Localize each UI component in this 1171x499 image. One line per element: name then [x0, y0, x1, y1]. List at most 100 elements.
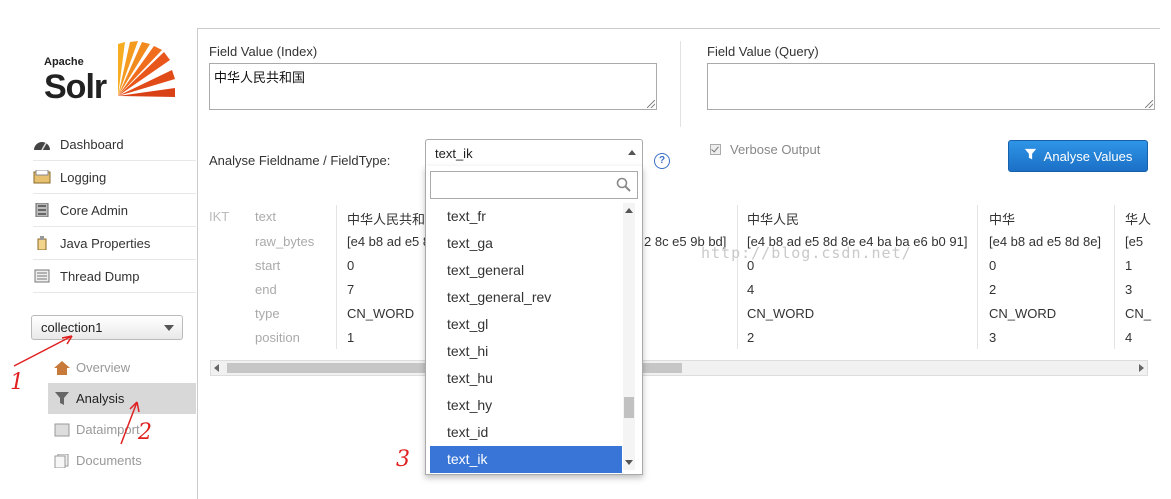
dropdown-option-selected[interactable]: text_ik [430, 446, 622, 473]
dropdown-option[interactable]: text_hu [430, 365, 622, 392]
documents-icon [54, 453, 70, 468]
core-nav-label: Documents [76, 453, 142, 468]
dropdown-scrollbar[interactable] [623, 203, 635, 470]
index-value-input[interactable]: 中华人民共和国 [209, 63, 657, 110]
verbose-checkbox[interactable] [710, 144, 721, 155]
verbose-label: Verbose Output [730, 142, 821, 157]
search-icon [616, 177, 631, 195]
token-end: 2 [989, 282, 997, 297]
analyse-button-label: Analyse Values [1043, 148, 1133, 164]
index-value-label: Field Value (Index) [209, 44, 318, 59]
nav-thread-dump[interactable]: Thread Dump [33, 260, 196, 293]
help-icon[interactable]: ? [654, 153, 670, 169]
token-raw-bytes: [e4 b8 ad e5 8d 8e e4 ba ba e6 b0 91 e5 … [347, 234, 427, 249]
token-type: CN_WORD [347, 306, 415, 321]
analyse-values-button[interactable]: Analyse Values [1008, 140, 1148, 172]
nav-dashboard[interactable]: Dashboard [33, 128, 196, 161]
dropdown-option[interactable]: text_general [430, 257, 622, 284]
verbose-output-toggle[interactable]: Verbose Output [710, 142, 820, 157]
main-nav: Dashboard Logging Core Admin Java Proper… [33, 128, 196, 293]
logo-apache-text: Apache [44, 56, 84, 68]
dropdown-search-input[interactable] [430, 171, 638, 199]
scroll-thumb[interactable] [624, 397, 634, 418]
token-start: 0 [347, 258, 355, 273]
nav-label: Dashboard [60, 136, 124, 152]
thread-dump-icon [33, 269, 51, 283]
token-type: CN_WORD [989, 306, 1057, 321]
column-divider [1114, 205, 1115, 349]
column-divider [977, 205, 978, 349]
core-nav-label: Overview [76, 360, 131, 375]
token-position: 1 [347, 330, 355, 345]
scroll-up-icon[interactable] [625, 208, 633, 213]
query-value-input[interactable] [707, 63, 1155, 110]
dropdown-option[interactable]: text_hi [430, 338, 622, 365]
analysis-panel: Field Value (Index) 中华人民共和国 Field Value … [197, 28, 1160, 499]
row-label-raw-bytes: raw_bytes [255, 234, 315, 249]
row-label-end: end [255, 282, 277, 297]
dashboard-icon [33, 137, 51, 151]
query-value-label: Field Value (Query) [707, 44, 819, 59]
token-start: 1 [1125, 258, 1133, 273]
token-end: 3 [1125, 282, 1133, 297]
token-text: 中华人民共和国 [347, 212, 427, 227]
watermark-text: http://blog.csdn.net/ [701, 244, 912, 262]
chevron-down-icon [164, 325, 174, 331]
core-nav-documents[interactable]: Documents [48, 445, 196, 476]
dropdown-option[interactable]: text_ga [430, 230, 622, 257]
token-text: 中华 [989, 212, 1016, 227]
token-position: 4 [1125, 330, 1133, 345]
fieldtype-value: text_ik [435, 146, 473, 161]
column-divider [336, 205, 337, 349]
scroll-down-icon[interactable] [625, 460, 633, 465]
funnel-icon [1024, 148, 1037, 164]
annotation-number-2: 2 [138, 420, 152, 445]
nav-java-properties[interactable]: Java Properties [33, 227, 196, 260]
dropdown-option[interactable]: text_fr [430, 203, 622, 230]
row-label-start: start [255, 258, 281, 273]
token-end: 7 [347, 282, 355, 297]
dropdown-option[interactable]: text_hy [430, 392, 622, 419]
tokenizer-name: IKT [209, 209, 230, 224]
scroll-right-icon[interactable] [1139, 364, 1144, 372]
nav-label: Java Properties [60, 235, 151, 251]
resize-grip-icon[interactable] [647, 100, 655, 108]
token-start: 0 [989, 258, 997, 273]
chevron-up-icon [628, 150, 636, 155]
sidebar: Apache Solr Dashboard Logging Core Admin… [0, 0, 197, 485]
solr-logo[interactable]: Apache Solr [44, 38, 184, 108]
scroll-left-icon[interactable] [214, 364, 219, 372]
core-admin-icon [33, 202, 51, 218]
horizontal-scrollbar[interactable] [210, 360, 1148, 376]
java-icon [33, 236, 51, 251]
dropdown-options: text_fr text_ga text_general text_genera… [430, 203, 622, 473]
token-type: CN_WORD [747, 306, 815, 321]
dropdown-option[interactable]: text_general_rev [430, 284, 622, 311]
nav-label: Thread Dump [60, 268, 140, 284]
token-raw-bytes: [e5 [1125, 234, 1144, 249]
nav-logging[interactable]: Logging [33, 161, 196, 194]
dropdown-option[interactable]: text_gl [430, 311, 622, 338]
token-text: 中华人民 [747, 212, 800, 227]
token-position: 3 [989, 330, 997, 345]
logo-solr-text: Solr [44, 68, 107, 106]
funnel-icon [54, 391, 70, 406]
nav-label: Core Admin [60, 202, 128, 218]
fieldtype-dropdown: text_fr text_ga text_general text_genera… [425, 166, 643, 475]
token-text: 华人 [1125, 212, 1152, 227]
token-type: CN_ [1125, 306, 1152, 321]
annotation-arrow-1 [13, 335, 73, 367]
token-end: 4 [747, 282, 755, 297]
resize-grip-icon[interactable] [1145, 100, 1153, 108]
column-divider [737, 205, 738, 349]
nav-label: Logging [60, 169, 107, 185]
dropdown-option[interactable]: text_id [430, 419, 622, 446]
row-label-type: type [255, 306, 280, 321]
solr-sun-icon [118, 41, 175, 97]
annotation-number-1: 1 [10, 370, 24, 395]
fieldtype-select[interactable]: text_ik [425, 139, 643, 167]
nav-core-admin[interactable]: Core Admin [33, 194, 196, 227]
fieldtype-label: Analyse Fieldname / FieldType: [209, 153, 391, 168]
row-label-position: position [255, 330, 300, 345]
token-position: 2 [747, 330, 755, 345]
